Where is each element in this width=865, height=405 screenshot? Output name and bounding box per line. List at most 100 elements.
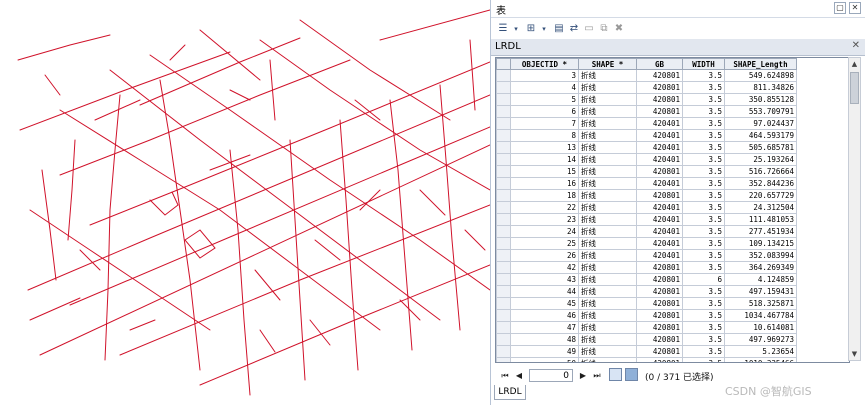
row-selector[interactable] — [496, 261, 511, 274]
table-row[interactable]: 3 折线 420801 3.5 549.624898 — [496, 69, 797, 82]
close-tab-icon[interactable]: ✕ — [852, 40, 860, 51]
delete-selected-icon[interactable]: ✖ — [613, 23, 625, 35]
related-tables-icon[interactable]: ⊞ — [525, 23, 537, 35]
table-row[interactable]: 16 折线 420401 3.5 352.844236 — [496, 177, 797, 190]
table-row[interactable]: 4 折线 420801 3.5 811.34826 — [496, 81, 797, 94]
close-window-icon[interactable]: ✕ — [849, 2, 861, 14]
cell-shape-length: 25.193264 — [724, 153, 797, 166]
cell-objectid: 22 — [510, 201, 579, 214]
row-selector[interactable] — [496, 285, 511, 298]
table-row[interactable]: 25 折线 420401 3.5 109.134215 — [496, 237, 797, 250]
vertical-scrollbar[interactable]: ▲ ▼ — [848, 57, 861, 361]
table-row[interactable]: 18 折线 420801 3.5 220.657729 — [496, 189, 797, 202]
map-view[interactable] — [0, 0, 490, 405]
row-selector[interactable] — [496, 201, 511, 214]
next-record-icon[interactable]: ▶ — [577, 370, 589, 382]
row-selector-header[interactable] — [496, 58, 511, 70]
table-options-icon[interactable]: ☰ — [497, 23, 509, 35]
cell-gb: 420401 — [636, 213, 683, 226]
restore-window-icon[interactable]: ▢ — [834, 2, 846, 14]
clear-selection-icon[interactable]: ▭ — [583, 23, 595, 35]
table-row[interactable]: 23 折线 420401 3.5 111.481053 — [496, 213, 797, 226]
row-selector[interactable] — [496, 225, 511, 238]
scroll-up-icon[interactable]: ▲ — [849, 58, 860, 70]
row-selector[interactable] — [496, 237, 511, 250]
related-tables-dropdown-icon[interactable]: ▾ — [538, 23, 550, 35]
table-row[interactable]: 45 折线 420801 3.5 518.325871 — [496, 297, 797, 310]
row-selector[interactable] — [496, 93, 511, 106]
cell-shape: 折线 — [578, 357, 637, 362]
row-selector[interactable] — [496, 141, 511, 154]
table-row[interactable]: 49 折线 420801 3.5 5.23654 — [496, 345, 797, 358]
cell-gb: 420801 — [636, 321, 683, 334]
table-row[interactable]: 44 折线 420801 3.5 497.159431 — [496, 285, 797, 298]
cell-width: 3.5 — [682, 201, 725, 214]
row-selector[interactable] — [496, 81, 511, 94]
row-selector[interactable] — [496, 189, 511, 202]
table-row[interactable]: 7 折线 420401 3.5 97.024437 — [496, 117, 797, 130]
cell-objectid: 14 — [510, 153, 579, 166]
row-selector[interactable] — [496, 177, 511, 190]
column-header-objectid[interactable]: OBJECTID * — [510, 58, 579, 70]
cell-shape: 折线 — [578, 237, 637, 250]
previous-record-icon[interactable]: ◀ — [513, 370, 525, 382]
row-selector[interactable] — [496, 249, 511, 262]
table-row[interactable]: 50折线4208013.51010.335466 — [496, 357, 797, 362]
cell-width: 3.5 — [682, 165, 725, 178]
column-header-shape[interactable]: SHAPE * — [578, 58, 637, 70]
row-selector[interactable] — [496, 273, 511, 286]
column-header-shape-length[interactable]: SHAPE_Length — [724, 58, 797, 70]
cell-shape-length: 352.083994 — [724, 249, 797, 262]
row-selector[interactable] — [496, 105, 511, 118]
table-row[interactable]: 5 折线 420801 3.5 350.855128 — [496, 93, 797, 106]
row-selector[interactable] — [496, 309, 511, 322]
row-selector[interactable] — [496, 153, 511, 166]
row-selector[interactable] — [496, 165, 511, 178]
scroll-thumb[interactable] — [850, 72, 859, 104]
row-selector[interactable] — [496, 321, 511, 334]
row-selector[interactable] — [496, 69, 511, 82]
last-record-icon[interactable]: ⏭ — [591, 370, 603, 382]
show-selected-records-button[interactable] — [625, 368, 638, 381]
table-tab-label[interactable]: LRDL — [495, 41, 521, 52]
table-row[interactable]: 47 折线 420801 3.5 10.614081 — [496, 321, 797, 334]
switch-selection-icon[interactable]: ⇄ — [568, 23, 580, 35]
watermark: CSDN @智航GIS — [725, 385, 812, 398]
table-row[interactable]: 8 折线 420401 3.5 464.593179 — [496, 129, 797, 142]
table-row[interactable]: 6 折线 420801 3.5 553.709791 — [496, 105, 797, 118]
cell-gb: 420401 — [636, 177, 683, 190]
cell-width: 3.5 — [682, 249, 725, 262]
table-row[interactable]: 15 折线 420801 3.5 516.726664 — [496, 165, 797, 178]
row-selector[interactable] — [496, 345, 511, 358]
row-selector[interactable] — [496, 129, 511, 142]
bottom-table-tab[interactable]: LRDL — [494, 385, 526, 400]
select-by-attributes-icon[interactable]: ▤ — [553, 23, 565, 35]
table-row[interactable]: 48 折线 420801 3.5 497.969273 — [496, 333, 797, 346]
column-header-width[interactable]: WIDTH — [682, 58, 725, 70]
cell-objectid: 49 — [510, 345, 579, 358]
row-selector[interactable] — [496, 117, 511, 130]
table-row[interactable]: 46 折线 420801 3.5 1034.467784 — [496, 309, 797, 322]
cell-gb: 420801 — [636, 81, 683, 94]
table-row[interactable]: 22 折线 420401 3.5 24.312504 — [496, 201, 797, 214]
table-row[interactable]: 13 折线 420401 3.5 505.685781 — [496, 141, 797, 154]
record-number-input[interactable]: 0 — [529, 369, 573, 382]
table-row[interactable]: 42 折线 420801 3.5 364.269349 — [496, 261, 797, 274]
cell-width: 6 — [682, 273, 725, 286]
zoom-to-selected-icon[interactable]: ⧉ — [598, 23, 610, 35]
column-header-gb[interactable]: GB — [636, 58, 683, 70]
row-selector[interactable] — [496, 357, 511, 362]
first-record-icon[interactable]: ⏮ — [499, 370, 511, 382]
table-row[interactable]: 24 折线 420401 3.5 277.451934 — [496, 225, 797, 238]
row-selector[interactable] — [496, 297, 511, 310]
table-row[interactable]: 14 折线 420401 3.5 25.193264 — [496, 153, 797, 166]
row-selector[interactable] — [496, 213, 511, 226]
scroll-down-icon[interactable]: ▼ — [849, 348, 860, 360]
table-options-dropdown-icon[interactable]: ▾ — [510, 23, 522, 35]
cell-gb: 420801 — [636, 345, 683, 358]
table-row[interactable]: 26 折线 420401 3.5 352.083994 — [496, 249, 797, 262]
cell-shape-length: 109.134215 — [724, 237, 797, 250]
show-all-records-button[interactable] — [609, 368, 622, 381]
table-row[interactable]: 43 折线 420801 6 4.124859 — [496, 273, 797, 286]
row-selector[interactable] — [496, 333, 511, 346]
